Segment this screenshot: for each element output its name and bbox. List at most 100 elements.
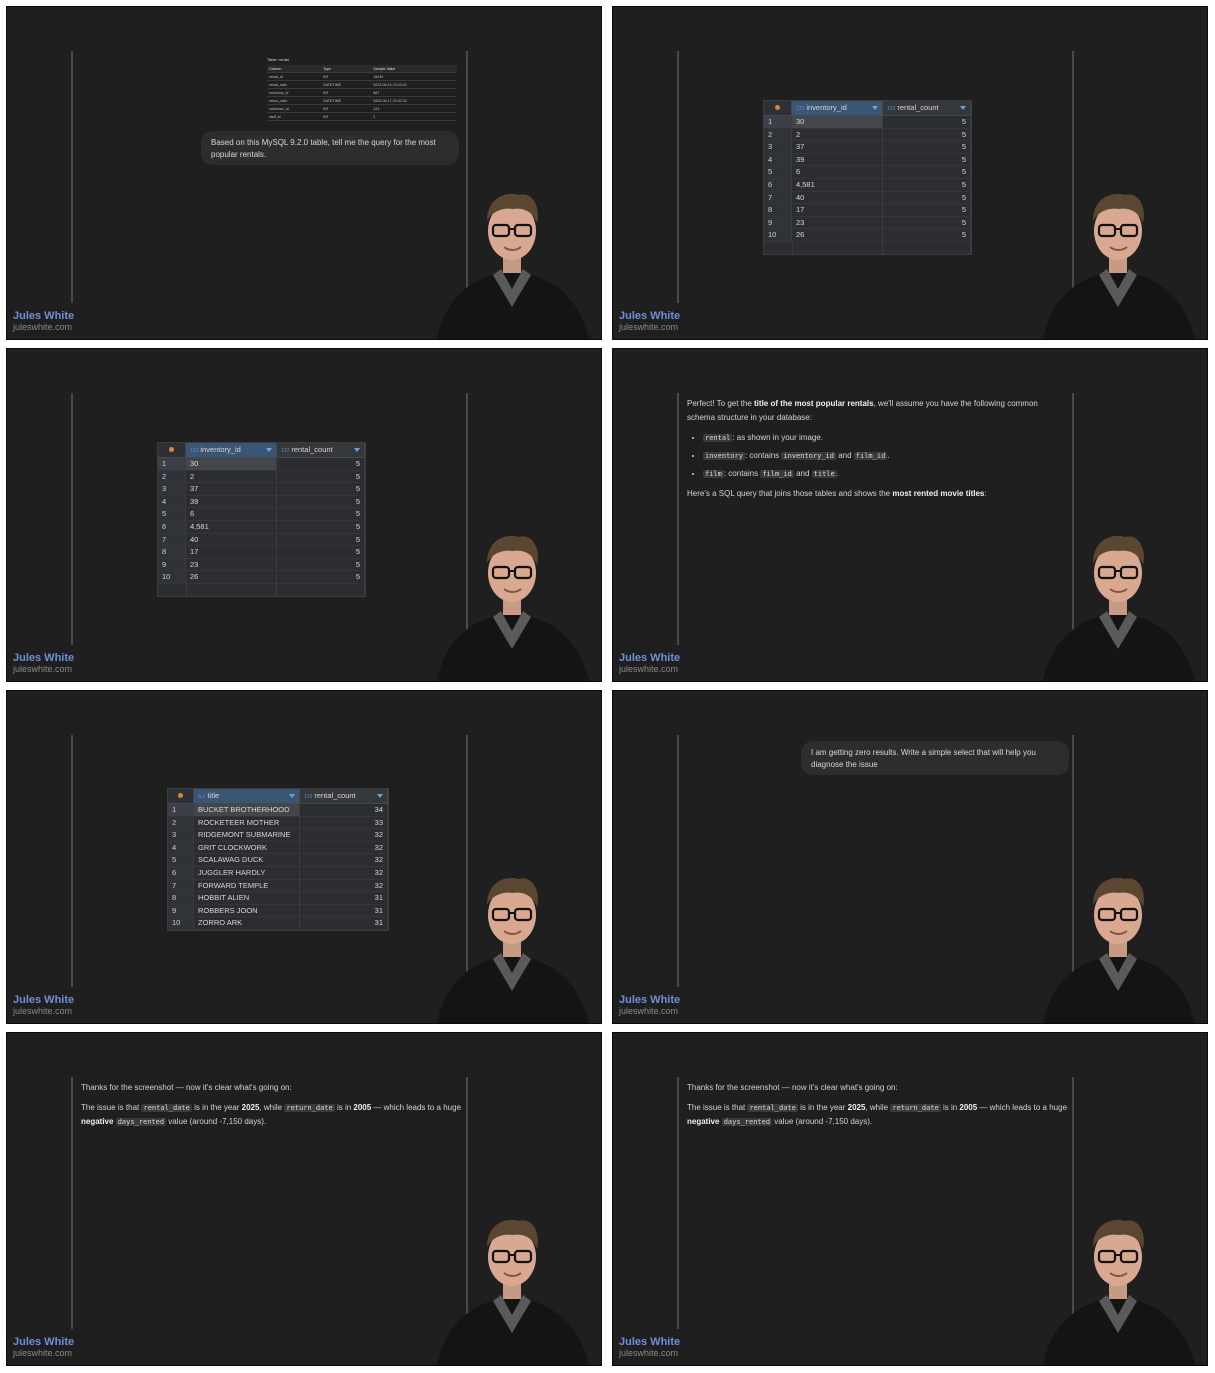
table-cell[interactable]: JUGGLER HARDLY: [194, 866, 300, 880]
sort-dropdown-icon[interactable]: [289, 794, 295, 798]
table-cell[interactable]: 33: [300, 816, 388, 830]
table-row[interactable]: 10 ZORRO ARK 31: [168, 917, 388, 930]
table-row[interactable]: 3 37 5: [158, 483, 365, 496]
table-cell[interactable]: 23: [792, 216, 883, 230]
table-cell[interactable]: 31: [300, 892, 388, 905]
table-cell[interactable]: 37: [792, 141, 883, 154]
table-cell[interactable]: HOBBIT ALIEN: [194, 892, 300, 905]
table-row[interactable]: 4 39 5: [764, 153, 971, 167]
sort-dropdown-icon[interactable]: [266, 448, 272, 452]
table-cell[interactable]: 5: [883, 216, 971, 230]
table-cell[interactable]: 34: [300, 804, 388, 817]
table-cell[interactable]: 5: [883, 204, 971, 217]
table-row[interactable]: 1 30 5: [764, 116, 971, 129]
table-cell[interactable]: 31: [300, 917, 388, 930]
table-cell[interactable]: 40: [186, 533, 277, 547]
table-row[interactable]: 4 GRIT CLOCKWORK 32: [168, 841, 388, 855]
table-row[interactable]: 3 RIDGEMONT SUBMARINE 32: [168, 829, 388, 842]
table-row[interactable]: 10 26 5: [158, 571, 365, 584]
table-row[interactable]: 8 HOBBIT ALIEN 31: [168, 892, 388, 905]
table-cell[interactable]: ROBBERS JOON: [194, 904, 300, 918]
sort-dropdown-icon[interactable]: [872, 106, 878, 110]
table-cell[interactable]: 4,581: [186, 520, 277, 534]
table-cell[interactable]: 5: [277, 508, 365, 521]
table-cell[interactable]: 5: [883, 229, 971, 242]
table-cell[interactable]: 26: [186, 571, 277, 584]
table-cell[interactable]: 39: [186, 495, 277, 509]
table-row[interactable]: 9 23 5: [764, 216, 971, 230]
table-cell[interactable]: ROCKETEER MOTHER: [194, 816, 300, 830]
result-grid[interactable]: A-z title 123 rental_count 1 BUCKET BROTHER…: [167, 788, 389, 931]
table-cell[interactable]: 30: [186, 458, 277, 471]
table-cell[interactable]: 32: [300, 866, 388, 880]
table-row[interactable]: 7 FORWARD TEMPLE 32: [168, 879, 388, 893]
table-row[interactable]: 225: [764, 128, 971, 142]
table-cell[interactable]: 5: [277, 495, 365, 509]
table-row[interactable]: 565: [158, 508, 365, 521]
column-header-inventory-id[interactable]: 123 inventory_id: [186, 443, 277, 457]
table-cell[interactable]: 17: [792, 204, 883, 217]
table-cell[interactable]: 32: [300, 854, 388, 867]
table-cell[interactable]: RIDGEMONT SUBMARINE: [194, 829, 300, 842]
table-cell[interactable]: BUCKET BROTHERHOOD: [194, 804, 300, 817]
table-cell[interactable]: 5: [277, 558, 365, 572]
table-cell[interactable]: 2: [792, 128, 883, 142]
table-cell[interactable]: 5: [277, 520, 365, 534]
grid-corner[interactable]: [168, 789, 194, 803]
table-cell[interactable]: 5: [883, 128, 971, 142]
table-cell[interactable]: GRIT CLOCKWORK: [194, 841, 300, 855]
column-header-rental-count[interactable]: 123 rental_count: [883, 101, 971, 115]
table-row[interactable]: 225: [158, 470, 365, 484]
column-header-inventory-id[interactable]: 123 inventory_id: [792, 101, 883, 115]
table-row[interactable]: 8 17 5: [158, 546, 365, 559]
table-row[interactable]: 6 4,581 5: [158, 520, 365, 534]
table-cell[interactable]: 37: [186, 483, 277, 496]
table-cell[interactable]: 5: [277, 483, 365, 496]
table-cell[interactable]: 5: [883, 178, 971, 192]
table-row[interactable]: 6 JUGGLER HARDLY 32: [168, 866, 388, 880]
sort-dropdown-icon[interactable]: [377, 794, 383, 798]
table-cell[interactable]: 2: [186, 470, 277, 484]
table-cell[interactable]: 5: [883, 166, 971, 179]
table-cell[interactable]: FORWARD TEMPLE: [194, 879, 300, 893]
table-row[interactable]: 9 23 5: [158, 558, 365, 572]
table-cell[interactable]: 6: [792, 166, 883, 179]
table-cell[interactable]: 5: [277, 458, 365, 471]
table-row[interactable]: 7 40 5: [158, 533, 365, 547]
table-cell[interactable]: 4,581: [792, 178, 883, 192]
table-row[interactable]: 7 40 5: [764, 191, 971, 205]
table-cell[interactable]: 30: [792, 116, 883, 129]
table-cell[interactable]: 5: [883, 191, 971, 205]
table-cell[interactable]: 5: [277, 533, 365, 547]
table-row[interactable]: 9 ROBBERS JOON 31: [168, 904, 388, 918]
result-grid[interactable]: 123 inventory_id 123 rental_count 1 30 5 2 2 5 3…: [157, 442, 366, 597]
column-header-title[interactable]: A-z title: [194, 789, 300, 803]
grid-corner[interactable]: [764, 101, 792, 115]
table-cell[interactable]: SCALAWAG DUCK: [194, 854, 300, 867]
table-row[interactable]: 8 17 5: [764, 204, 971, 217]
table-row[interactable]: 1 BUCKET BROTHERHOOD 34: [168, 804, 388, 817]
table-row[interactable]: 4 39 5: [158, 495, 365, 509]
grid-corner[interactable]: [158, 443, 186, 457]
table-cell[interactable]: 6: [186, 508, 277, 521]
table-row[interactable]: 5 SCALAWAG DUCK 32: [168, 854, 388, 867]
table-cell[interactable]: 26: [792, 229, 883, 242]
table-row[interactable]: 565: [764, 166, 971, 179]
table-cell[interactable]: ZORRO ARK: [194, 917, 300, 930]
table-cell[interactable]: 32: [300, 829, 388, 842]
table-row[interactable]: 10 26 5: [764, 229, 971, 242]
table-cell[interactable]: 17: [186, 546, 277, 559]
table-cell[interactable]: 32: [300, 841, 388, 855]
table-row[interactable]: 6 4,581 5: [764, 178, 971, 192]
result-grid[interactable]: 123 inventory_id 123 rental_count 1 30 5 2 2 5 3…: [763, 100, 972, 255]
column-header-rental-count[interactable]: 123 rental_count: [300, 789, 388, 803]
table-cell[interactable]: 5: [277, 546, 365, 559]
table-row[interactable]: 2 ROCKETEER MOTHER 33: [168, 816, 388, 830]
table-cell[interactable]: 39: [792, 153, 883, 167]
table-cell[interactable]: 23: [186, 558, 277, 572]
table-cell[interactable]: 5: [883, 153, 971, 167]
sort-dropdown-icon[interactable]: [354, 448, 360, 452]
table-row[interactable]: 3 37 5: [764, 141, 971, 154]
table-cell[interactable]: 5: [883, 141, 971, 154]
table-cell[interactable]: 5: [277, 571, 365, 584]
